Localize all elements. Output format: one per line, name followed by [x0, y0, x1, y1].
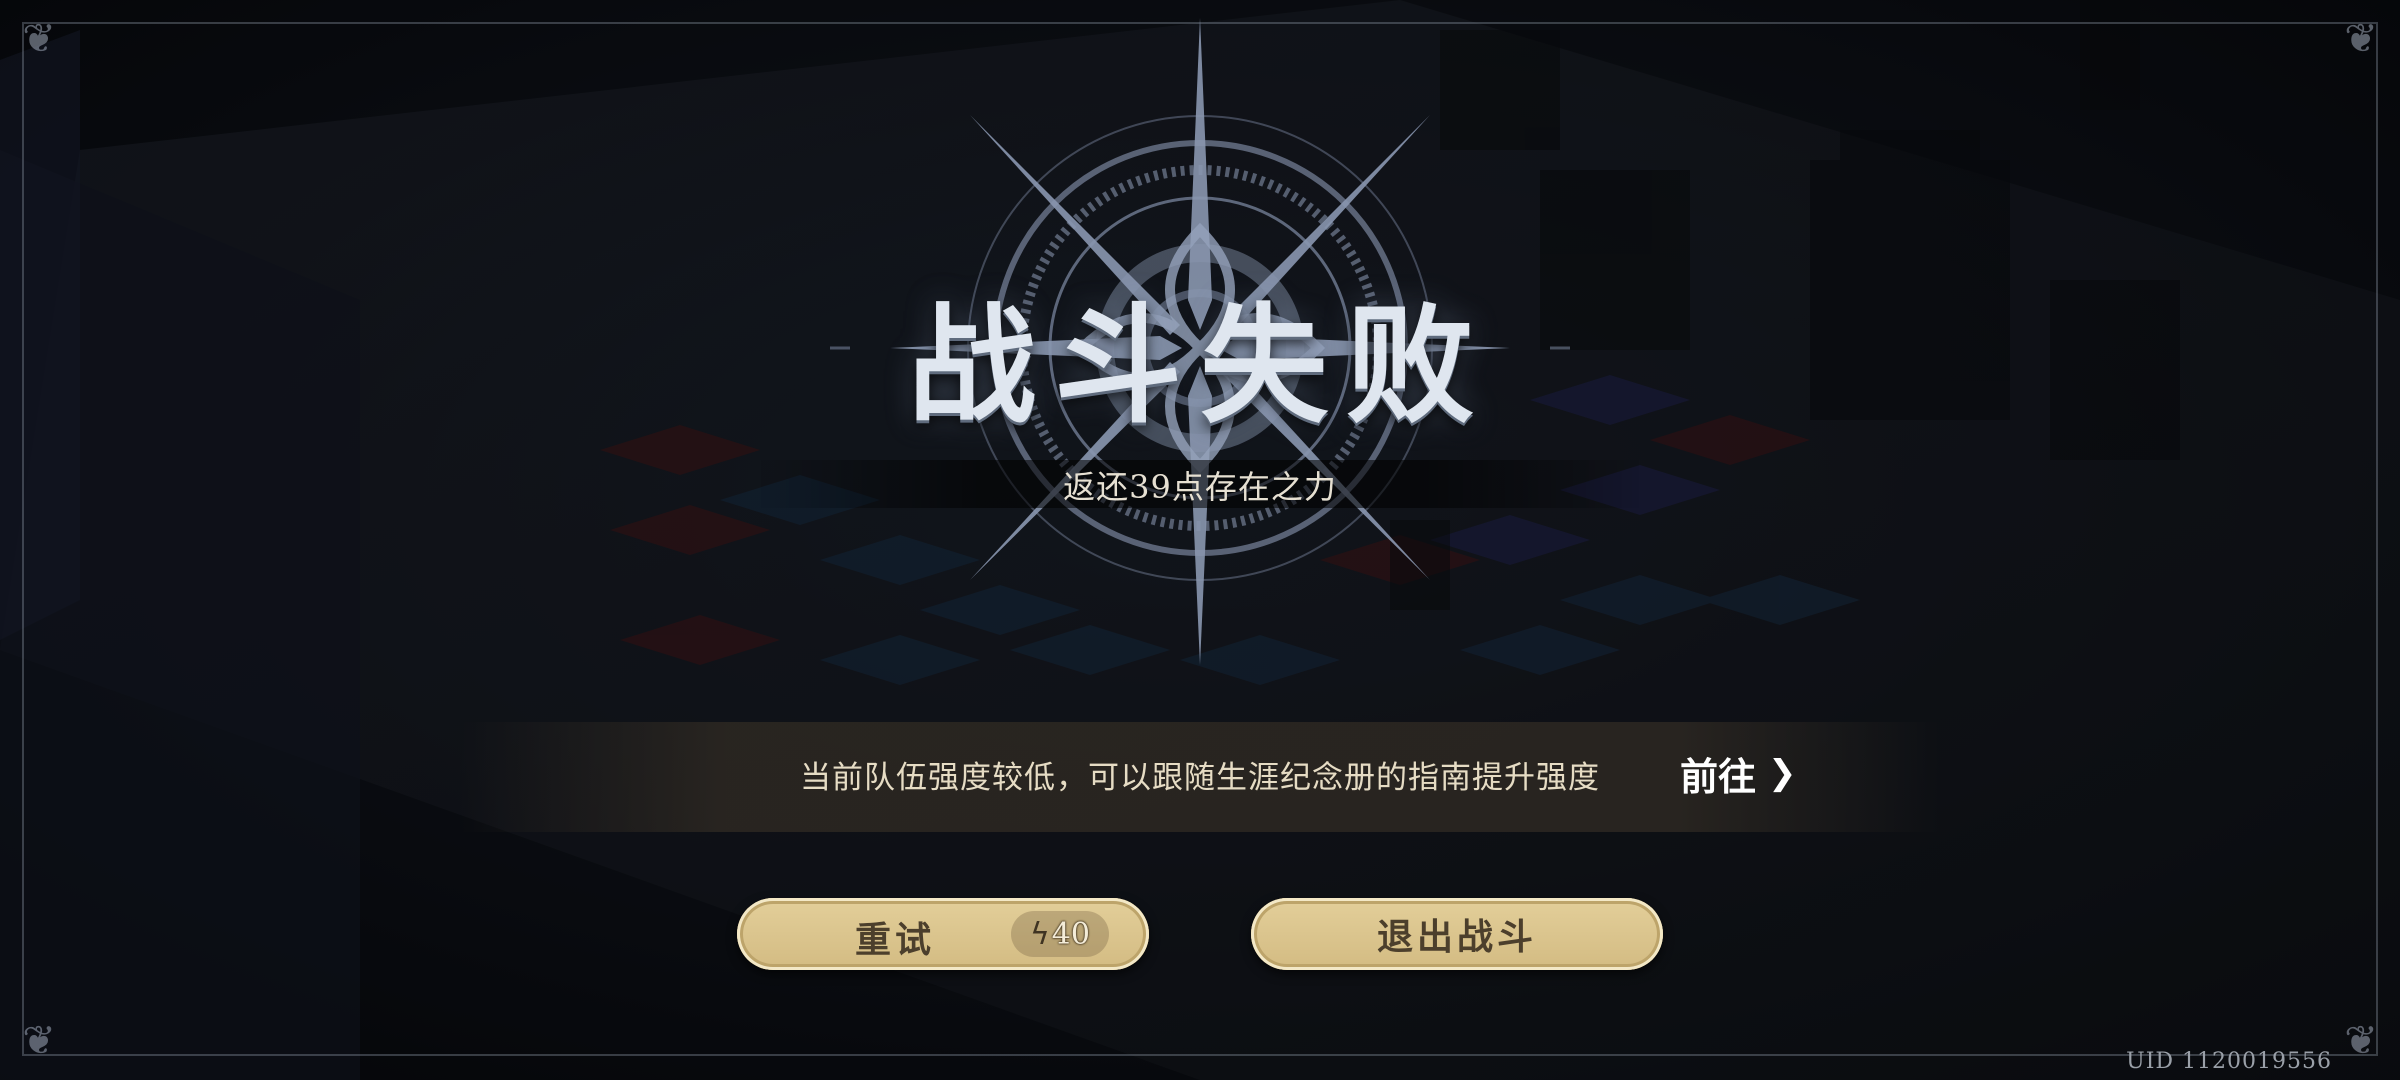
user-id-label: UID 1120019556	[2126, 1049, 2332, 1074]
retry-cost-value: 40	[1051, 916, 1090, 952]
corner-ornament-icon: ❦	[2344, 1018, 2378, 1064]
corner-ornament-icon: ❦	[22, 16, 56, 62]
retry-cost-badge: ϟ 40	[1011, 911, 1109, 957]
chevron-right-icon: ❯	[1768, 753, 1797, 793]
lightning-icon: ϟ	[1030, 916, 1050, 952]
quit-battle-button[interactable]: 退出战斗	[1251, 898, 1663, 970]
hint-text: 当前队伍强度较低，可以跟随生涯纪念册的指南提升强度	[800, 760, 1600, 796]
retry-label: 重试	[855, 919, 936, 961]
battle-result-title: 战斗失败	[907, 291, 1492, 441]
quit-label: 退出战斗	[1376, 916, 1537, 958]
retry-button[interactable]: 重试 ϟ 40	[737, 898, 1149, 970]
refund-message: 返还39点存在之力	[1063, 468, 1337, 506]
corner-ornament-icon: ❦	[2344, 16, 2378, 62]
goto-label: 前往	[1680, 753, 1757, 799]
goto-button[interactable]: 前往 ❯	[1680, 748, 1797, 799]
corner-ornament-icon: ❦	[22, 1018, 56, 1064]
